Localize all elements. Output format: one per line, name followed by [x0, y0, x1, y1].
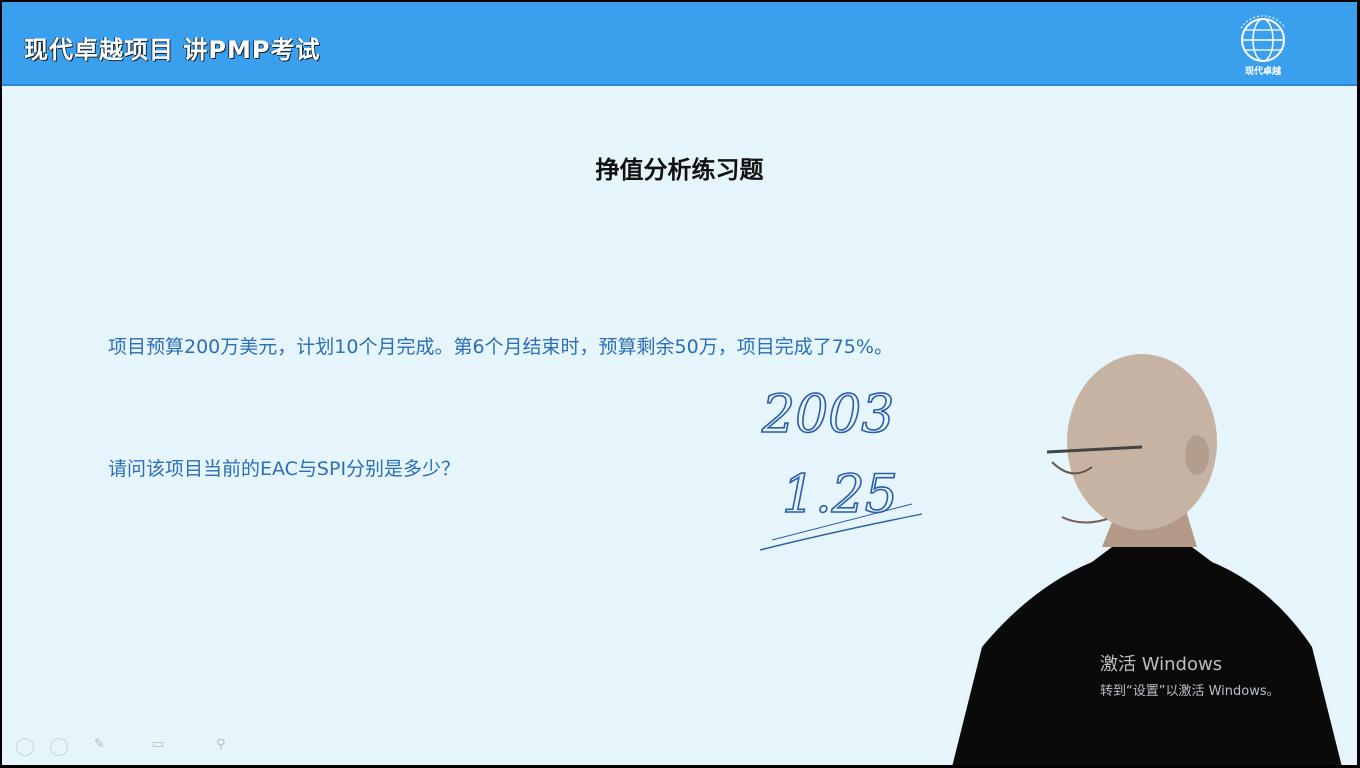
handwriting-line-1: 2003 [761, 385, 894, 445]
slide: 现代卓越项目 讲PMP考试 现代卓越 挣值分析练习题 项目预算200万美元，计划… [2, 2, 1357, 765]
windows-activation-watermark: 激活 Windows 转到“设置”以激活 Windows。 [1100, 650, 1280, 699]
pen-icon[interactable]: ✎ [94, 737, 105, 752]
slideshow-toolbar: ✎ ▭ ⚲ [2, 735, 262, 761]
watermark-line-2: 转到“设置”以激活 Windows。 [1100, 684, 1280, 699]
logo-text: 现代卓越 [1244, 67, 1281, 77]
handwriting-annotation: 2003 1.25 [759, 384, 923, 551]
presenter-video-overlay [952, 354, 1342, 765]
header-title: 现代卓越项目 讲PMP考试 [24, 36, 321, 64]
slide-header: 现代卓越项目 讲PMP考试 现代卓越 [2, 2, 1357, 86]
question-line-2: 请问该项目当前的EAC与SPI分别是多少？ [108, 458, 461, 480]
previous-slide-icon[interactable] [16, 738, 34, 756]
question-line-1: 项目预算200万美元，计划10个月完成。第6个月结束时，预算剩余50万，项目完成… [108, 336, 893, 358]
handwriting-line-2: 1.25 [782, 465, 898, 525]
next-slide-icon[interactable] [50, 738, 68, 756]
zoom-icon[interactable]: ⚲ [216, 737, 226, 752]
watermark-line-1: 激活 Windows [1100, 654, 1223, 675]
globe-logo-icon: 现代卓越 [1233, 14, 1293, 78]
slide-title: 挣值分析练习题 [595, 156, 764, 184]
slides-icon[interactable]: ▭ [152, 737, 164, 752]
